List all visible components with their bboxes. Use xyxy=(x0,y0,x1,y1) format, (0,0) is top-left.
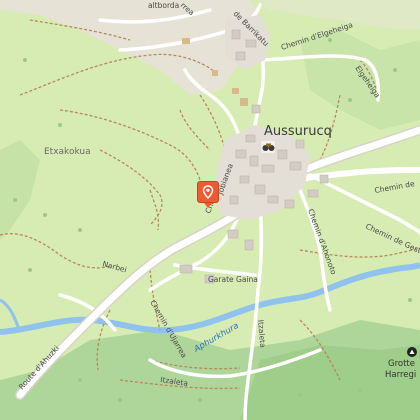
town-label: Aussurucq xyxy=(264,124,332,139)
cave-icon[interactable] xyxy=(407,347,417,357)
marker-icon xyxy=(197,181,219,203)
road-label-haltborda: altborda xyxy=(148,1,179,10)
poi-label-grotte-line2: Harregi xyxy=(385,370,416,380)
pin-glyph xyxy=(202,185,214,199)
location-marker[interactable] xyxy=(197,181,219,208)
viewpoint-icon[interactable] xyxy=(261,141,275,153)
map-view[interactable]: Aussurucq Etxakokua Chemin d'Elgeheiga E… xyxy=(0,0,420,420)
road-label-garate-gaina: Garate Gaina xyxy=(208,275,258,284)
poi-label-grotte-line1: Grotte xyxy=(388,359,415,369)
marker-tail xyxy=(204,203,212,208)
place-label-etxakokua: Etxakokua xyxy=(44,147,91,157)
map-canvas[interactable]: Aussurucq Etxakokua Chemin d'Elgeheiga E… xyxy=(0,0,420,420)
